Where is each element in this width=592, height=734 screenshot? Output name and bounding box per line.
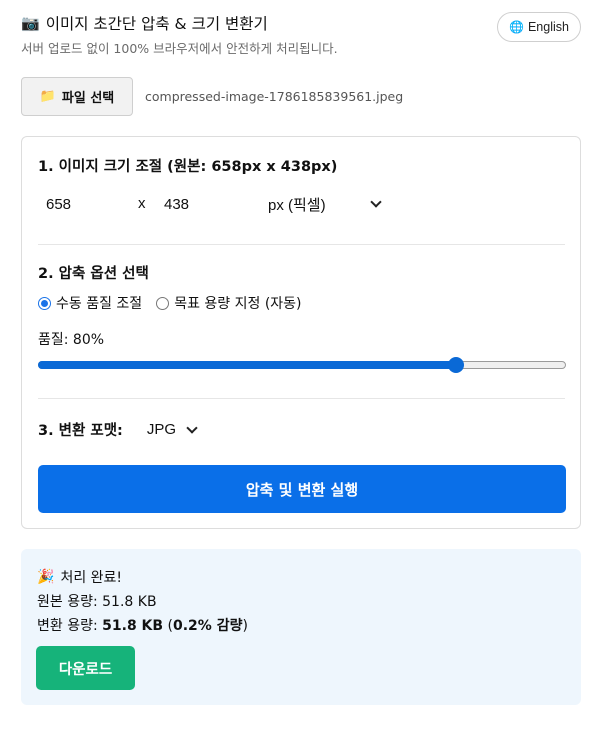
reduction-value: 0.2% 감량	[173, 618, 243, 634]
converted-size-label: 변환 용량:	[37, 618, 103, 634]
unit-selected-value: px (픽셀)	[268, 196, 326, 214]
original-size-value: 51.8 KB	[102, 594, 157, 610]
language-label: English	[527, 20, 569, 34]
height-input[interactable]	[156, 192, 252, 216]
result-title-text: 처리 완료!	[60, 570, 123, 586]
download-button[interactable]: 다운로드	[36, 646, 135, 690]
chevron-down-icon	[370, 196, 382, 208]
page-title-text: 이미지 초간단 압축 & 크기 변환기	[45, 15, 268, 33]
file-select-button[interactable]: 📁 파일 선택	[21, 77, 133, 116]
radio-unchecked-icon	[156, 296, 170, 310]
width-input[interactable]	[38, 192, 134, 216]
reduction-open: (	[163, 618, 173, 634]
compression-mode-group: 수동 품질 조절 목표 용량 지정 (자동)	[38, 293, 302, 313]
result-title: 🎉 처리 완료!	[37, 567, 122, 587]
radio-checked-icon	[38, 296, 51, 310]
file-select-label: 파일 선택	[61, 91, 115, 106]
language-button[interactable]: 🌐 English	[497, 12, 581, 42]
radio-manual-label: 수동 품질 조절	[56, 296, 143, 312]
original-size-line: 원본 용량: 51.8 KB	[37, 591, 157, 611]
page-header: 📷 이미지 초간단 압축 & 크기 변환기 서버 업로드 없이 100% 브라우…	[21, 10, 581, 60]
file-picker-row: 📁 파일 선택 compressed-image-1786185839561.j…	[21, 77, 581, 117]
resize-section-title: 1. 이미지 크기 조절 (원본: 658px x 438px)	[38, 159, 338, 175]
page-title: 📷 이미지 초간단 압축 & 크기 변환기	[21, 12, 268, 34]
compression-section-title: 2. 압축 옵션 선택	[38, 266, 149, 282]
options-panel: 1. 이미지 크기 조절 (원본: 658px x 438px) x px (픽…	[21, 136, 581, 529]
original-size-label: 원본 용량:	[37, 594, 103, 610]
selected-file-name: compressed-image-1786185839561.jpeg	[145, 89, 404, 104]
dimension-separator: x	[138, 195, 146, 212]
page-subtitle: 서버 업로드 없이 100% 브라우저에서 안전하게 처리됩니다.	[21, 41, 338, 56]
section-divider	[38, 244, 565, 245]
format-row: 3. 변환 포맷: JPG	[38, 419, 200, 440]
quality-label: 품질: 80%	[38, 332, 105, 348]
chevron-down-icon	[186, 421, 198, 434]
party-popper-icon: 🎉	[37, 569, 55, 585]
slider-fill	[38, 361, 456, 369]
reduction-close: )	[242, 618, 248, 634]
converted-size-line: 변환 용량: 51.8 KB (0.2% 감량)	[37, 615, 248, 635]
format-section-title: 3. 변환 포맷:	[38, 423, 123, 439]
format-selected-value: JPG	[146, 421, 177, 438]
unit-select[interactable]: px (픽셀)	[266, 192, 386, 216]
section-divider	[38, 398, 565, 399]
slider-thumb[interactable]	[447, 357, 464, 373]
quality-slider[interactable]	[38, 357, 566, 373]
format-select[interactable]: JPG	[147, 421, 200, 438]
result-panel: 🎉 처리 완료! 원본 용량: 51.8 KB 변환 용량: 51.8 KB (…	[21, 549, 581, 705]
compress-convert-button[interactable]: 압축 및 변환 실행	[38, 465, 566, 513]
radio-manual-quality[interactable]: 수동 품질 조절	[38, 293, 142, 313]
radio-target-size[interactable]: 목표 용량 지정 (자동)	[156, 293, 302, 313]
converted-size-value: 51.8 KB	[102, 618, 164, 634]
globe-icon: 🌐	[509, 20, 524, 34]
radio-target-label: 목표 용량 지정 (자동)	[174, 296, 302, 312]
camera-icon: 📷	[21, 14, 40, 32]
folder-icon: 📁	[39, 89, 56, 104]
